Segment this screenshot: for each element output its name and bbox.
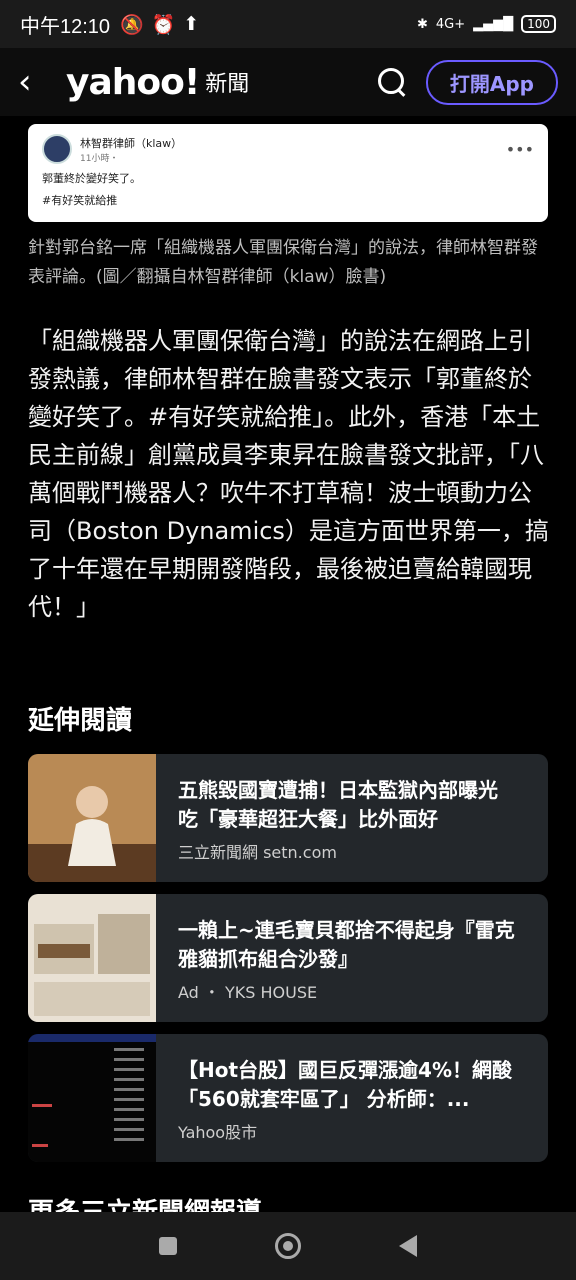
open-app-button[interactable]: 打開App <box>425 59 558 105</box>
image-caption: 針對郭台銘一席「組織機器人軍團保衛台灣」的說法，律師林智群發表評論。(圖／翻攝自… <box>28 238 538 287</box>
signal-icon: ▂▄▆█ <box>473 16 514 32</box>
recent-apps-icon[interactable] <box>159 1237 177 1255</box>
related-card-1[interactable]: 五熊毀國寶遭捕！日本監獄內部曝光 吃「豪華超狂大餐」比外面好 三立新聞網 set… <box>28 754 548 882</box>
related-card-3[interactable]: 【Hot台股】國巨反彈漲逾4%！網酸「560就套牢區了」 分析師：... Yah… <box>28 1034 548 1162</box>
fb-time: 11小時・ <box>80 153 119 164</box>
related-card-2[interactable]: 一賴上~連毛寶貝都捨不得起身『雷克雅貓抓布組合沙發』 Ad ・ YKS HOUS… <box>28 894 548 1022</box>
alarm-icon: ⏰ <box>151 13 176 36</box>
mute-icon: 🔕 <box>120 13 144 36</box>
fb-author: 林智群律師（klaw） <box>80 136 183 150</box>
upload-icon: ⬆ <box>183 13 200 35</box>
thumbnail-image <box>28 1034 156 1162</box>
status-right: ✱ 4G+ ▂▄▆█ 100 <box>417 15 556 33</box>
bluetooth-icon: ✱ <box>416 16 428 32</box>
back-nav-icon[interactable] <box>399 1235 417 1257</box>
related-title: 一賴上~連毛寶貝都捨不得起身『雷克雅貓抓布組合沙發』 <box>178 918 515 971</box>
search-icon[interactable] <box>374 64 410 100</box>
thumbnail-image <box>28 754 156 882</box>
related-reading-title: 延伸閱讀 <box>28 706 133 736</box>
status-time: 中午12:10 <box>20 15 111 38</box>
app-bar: ‹ yahoo! 新聞 打開App <box>0 48 576 116</box>
logo-subtitle: 新聞 <box>205 72 250 97</box>
related-title: 【Hot台股】國巨反彈漲逾4%！網酸「560就套牢區了」 分析師：... <box>178 1058 512 1111</box>
related-source: 三立新聞網 setn.com <box>178 843 337 862</box>
related-source: Yahoo股市 <box>178 1123 258 1142</box>
system-nav-bar <box>0 1212 576 1280</box>
article-content[interactable]: 林智群律師（klaw） 11小時・ ••• 郭董終於變好笑了。 #有好笑就給推 … <box>0 116 576 1212</box>
home-icon[interactable] <box>275 1233 301 1259</box>
back-icon[interactable]: ‹ <box>18 62 66 102</box>
fb-line-1: 郭董終於變好笑了。 <box>42 172 141 185</box>
related-title: 五熊毀國寶遭捕！日本監獄內部曝光 吃「豪華超狂大餐」比外面好 <box>178 778 518 831</box>
fb-line-2: #有好笑就給推 <box>42 194 118 207</box>
more-news-title: 更多三立新聞網報導 <box>28 1192 262 1212</box>
battery-icon: 100 <box>521 15 556 33</box>
status-bar: 中午12:10 🔕 ⏰ ⬆ ✱ 4G+ ▂▄▆█ 100 <box>0 0 576 48</box>
yahoo-logo[interactable]: yahoo! <box>66 62 200 103</box>
avatar <box>42 134 72 164</box>
facebook-post-image[interactable]: 林智群律師（klaw） 11小時・ ••• 郭董終於變好笑了。 #有好笑就給推 <box>28 124 548 222</box>
status-icons: 🔕 ⏰ ⬆ <box>120 13 199 36</box>
article-paragraph: 「組織機器人軍團保衛台灣」的說法在網路上引發熱議，律師林智群在臉書發文表示「郭董… <box>28 327 549 621</box>
related-source: Ad ・ YKS HOUSE <box>178 983 318 1002</box>
more-icon: ••• <box>505 139 534 159</box>
thumbnail-image <box>28 894 156 1022</box>
network-label: 4G+ <box>435 16 466 32</box>
